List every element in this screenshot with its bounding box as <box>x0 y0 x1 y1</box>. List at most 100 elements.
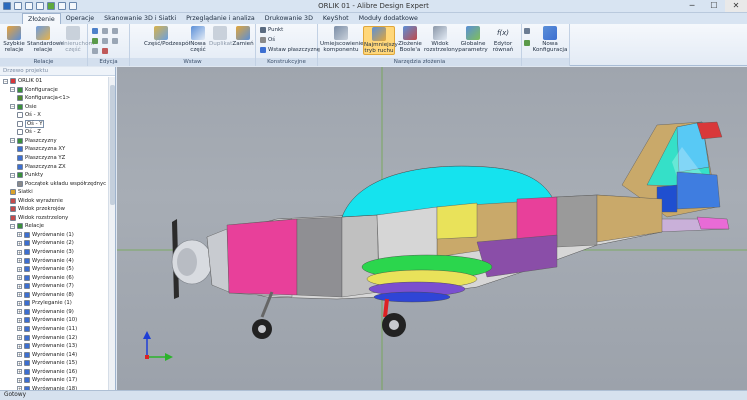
expander-icon[interactable]: + <box>17 377 22 383</box>
expander-icon[interactable]: + <box>17 232 22 238</box>
tree-node[interactable]: Płaszczyzna XY <box>17 145 65 153</box>
tree-node[interactable]: Konfiguracja<1> <box>17 94 70 102</box>
expander-icon[interactable]: + <box>17 249 22 255</box>
minimize-button[interactable]: ─ <box>681 0 703 12</box>
tree-node[interactable]: + Wyrównanie (10) <box>17 316 77 324</box>
wstaw-plaszczyzne-button[interactable]: Wstaw płaszczyznę <box>260 47 320 53</box>
tab-przegladanie[interactable]: Przeglądanie i analiza <box>181 13 260 24</box>
expander-icon[interactable]: + <box>17 352 22 358</box>
expander-icon[interactable]: − <box>10 104 15 110</box>
tree-node[interactable]: + Wyrównanie (16) <box>17 368 77 376</box>
expander-icon[interactable]: + <box>17 258 22 264</box>
tree-node[interactable]: Początek układu współrzędnyc <box>17 180 106 188</box>
tree-node[interactable]: − ORLIK 01 <box>3 77 42 85</box>
rotate-icon[interactable] <box>102 38 108 44</box>
expander-icon[interactable]: − <box>10 87 15 93</box>
tree-node[interactable]: + Wyrównanie (12) <box>17 334 77 342</box>
move-icon[interactable] <box>92 38 98 44</box>
expander-icon[interactable]: + <box>17 275 22 281</box>
tree-node[interactable]: Płaszczyzna ZX <box>17 163 66 171</box>
tree-node[interactable]: Oś - Z <box>17 128 41 136</box>
parameters-icon[interactable] <box>524 40 530 46</box>
suppress-icon[interactable] <box>102 48 108 54</box>
expander-icon[interactable]: + <box>17 317 22 323</box>
expander-icon[interactable]: + <box>17 343 22 349</box>
tree-node[interactable]: Oś - Y <box>17 119 45 128</box>
zamien-button[interactable]: Zamień <box>232 26 254 47</box>
tree-node[interactable]: + Wyrównanie (13) <box>17 342 77 350</box>
delete-icon[interactable] <box>112 38 118 44</box>
tree-node[interactable]: + Wyrównanie (7) <box>17 282 74 290</box>
expander-icon[interactable]: + <box>17 326 22 332</box>
standardowe-relacje-button[interactable]: Standardowe relacje <box>27 26 64 53</box>
tree-node[interactable]: Widok rozstrzelony <box>10 214 68 222</box>
tree-node[interactable]: − Relacje <box>10 222 44 230</box>
edytor-rownan-button[interactable]: f(x) Edytor równań <box>489 26 517 53</box>
maximize-button[interactable]: ☐ <box>703 0 725 12</box>
tree-node[interactable]: + Wyrównanie (15) <box>17 359 77 367</box>
airplane-model[interactable] <box>117 67 747 390</box>
zlozenie-boolea-button[interactable]: Złożenie Boole'a <box>397 26 423 53</box>
3d-viewport[interactable] <box>117 67 747 390</box>
nowa-czesc-button[interactable]: Nowa część <box>188 26 208 53</box>
tree-node[interactable]: Widok wyrażenie <box>10 197 63 205</box>
tree-node[interactable]: − Płaszczyzny <box>10 137 57 145</box>
tree-node[interactable]: + Wyrównanie (11) <box>17 325 77 333</box>
scrollbar-thumb[interactable] <box>110 85 115 205</box>
mirror-icon[interactable] <box>112 28 118 34</box>
duplikat-button[interactable]: Duplikat <box>209 26 232 47</box>
edit-icon[interactable] <box>92 28 98 34</box>
expander-icon[interactable]: + <box>17 283 22 289</box>
nowa-konfiguracja-button[interactable]: Nowa Konfiguracja <box>532 26 568 53</box>
tree-node[interactable]: Siatki <box>10 188 33 196</box>
tree-node[interactable]: + Wyrównanie (17) <box>17 376 77 384</box>
widok-rozstrzelony-button[interactable]: Widok rozstrzelony <box>424 26 458 53</box>
tree-node[interactable]: + Wyrównanie (9) <box>17 308 74 316</box>
tree-node[interactable]: Widok przekrojów <box>10 205 65 213</box>
expander-icon[interactable]: + <box>17 300 22 306</box>
tree-node[interactable]: − Punkty <box>10 171 43 179</box>
tree-node[interactable]: + Wyrównanie (14) <box>17 351 77 359</box>
tree-node[interactable]: Płaszczyzna YZ <box>17 154 65 162</box>
expander-icon[interactable]: − <box>10 223 15 229</box>
tree-node[interactable]: + Wyrównanie (6) <box>17 274 74 282</box>
globalne-parametry-button[interactable]: Globalne parametry <box>458 26 488 53</box>
tree-node[interactable]: − Konfiguracje <box>10 86 58 94</box>
tree-node[interactable]: + Wyrównanie (8) <box>17 291 74 299</box>
expander-icon[interactable]: + <box>17 240 22 246</box>
tree-scrollbar[interactable] <box>108 77 115 390</box>
tab-skanowanie[interactable]: Skanowanie 3D i Siatki <box>99 13 181 24</box>
expander-icon[interactable]: − <box>10 172 15 178</box>
os-button[interactable]: Oś <box>260 37 275 43</box>
expander-icon[interactable]: + <box>17 292 22 298</box>
unieruchom-czesc-button[interactable]: Unieruchom część <box>60 26 94 53</box>
szybkie-relacje-button[interactable]: Szybkie relacje <box>2 26 26 53</box>
display-icon[interactable] <box>524 28 530 34</box>
tree-node[interactable]: Oś - X <box>17 111 41 119</box>
tree-node[interactable]: + Wyrównanie (2) <box>17 239 74 247</box>
tab-zlozenie[interactable]: Złożenie <box>22 13 61 24</box>
tab-drukowanie[interactable]: Drukowanie 3D <box>260 13 318 24</box>
najmniejszy-tryb-ruchu-button[interactable]: Najmniejszy tryb ruchu <box>363 26 398 55</box>
tree-node[interactable]: + Przyleganie (1) <box>17 299 72 307</box>
tree-node[interactable]: + Wyrównanie (5) <box>17 265 74 273</box>
tree-node[interactable]: + Wyrównanie (1) <box>17 231 74 239</box>
umiejscowienie-komponentu-button[interactable]: Umiejscowienie komponentu <box>320 26 364 53</box>
expander-icon[interactable]: − <box>3 78 8 84</box>
tab-keyshot[interactable]: KeyShot <box>318 13 354 24</box>
tab-moduly[interactable]: Moduły dodatkowe <box>354 13 423 24</box>
tree-node[interactable]: + Wyrównanie (4) <box>17 257 74 265</box>
tab-operacje[interactable]: Operacje <box>61 13 99 24</box>
expander-icon[interactable]: + <box>17 369 22 375</box>
expander-icon[interactable]: + <box>17 335 22 340</box>
close-button[interactable]: ✕ <box>725 0 747 12</box>
tree-node[interactable]: − Osie <box>10 103 37 111</box>
expander-icon[interactable]: + <box>17 360 22 366</box>
pattern-icon[interactable] <box>102 28 108 34</box>
tree-node[interactable]: + Wyrównanie (3) <box>17 248 74 256</box>
punkt-button[interactable]: Punkt <box>260 27 283 33</box>
expander-icon[interactable]: + <box>17 309 22 315</box>
hide-icon[interactable] <box>92 48 98 54</box>
czesc-podzespol-button[interactable]: Część/Podzespół <box>144 26 190 47</box>
expander-icon[interactable]: − <box>10 138 15 144</box>
